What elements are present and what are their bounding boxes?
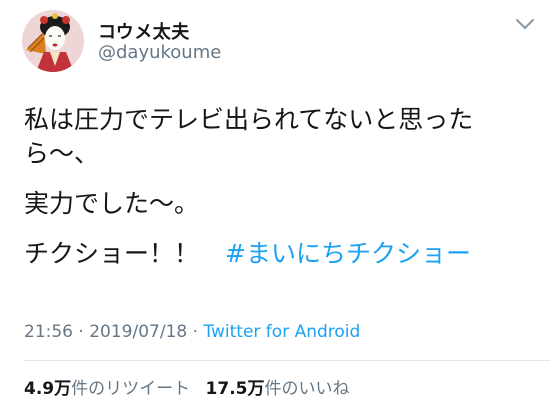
tweet-text-line: 実力でした〜。 [24, 189, 200, 218]
tweet-card: コウメ太夫 @dayukoume 私は圧力でテレビ出られてないと思った ら〜、 … [0, 0, 550, 412]
divider [24, 360, 550, 361]
chevron-down-icon [516, 19, 534, 29]
tweet-date[interactable]: 2019/07/18 [89, 322, 187, 342]
tweet-stats: 4.9万件のリツイート 17.5万件のいいね [24, 374, 349, 399]
like-count[interactable]: 17.5万件のいいね [206, 379, 350, 399]
tweet-menu-button[interactable] [514, 16, 536, 32]
meta-separator: · [73, 322, 90, 342]
display-name[interactable]: コウメ太夫 [98, 18, 190, 44]
like-count-label: 件のいいね [264, 379, 350, 399]
meta-separator: · [187, 322, 204, 342]
user-handle[interactable]: @dayukoume [98, 42, 221, 63]
retweet-count-value: 4.9万 [24, 379, 72, 399]
retweet-count[interactable]: 4.9万件のリツイート [24, 379, 190, 399]
like-count-value: 17.5万 [205, 379, 265, 399]
avatar[interactable] [22, 10, 84, 72]
tweet-time[interactable]: 21:56 [24, 322, 73, 342]
tweet-text-line: 私は圧力でテレビ出られてないと思った [24, 105, 474, 134]
profile-photo-icon [22, 10, 84, 72]
tweet-text-line: チクショー！！ #まいにちチクショー [24, 237, 529, 271]
retweet-count-label: 件のリツイート [71, 379, 191, 399]
tweet-text-line: ら〜、 [24, 139, 100, 168]
tweet-meta: 21:56 · 2019/07/18 · Twitter for Android [24, 322, 360, 342]
hashtag-link[interactable]: #まいにちチクショー [225, 239, 471, 268]
tweet-text: 私は圧力でテレビ出られてないと思った ら〜、 実力でした〜。 チクショー！！ #ま… [24, 103, 529, 271]
tweet-text-span: チクショー！！ [24, 239, 200, 268]
tweet-source-link[interactable]: Twitter for Android [203, 322, 360, 342]
